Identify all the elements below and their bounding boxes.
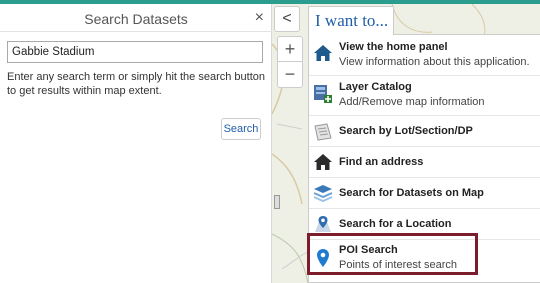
zoom-in-button[interactable]: + xyxy=(278,37,302,62)
panel-header: Search Datasets × xyxy=(0,4,272,32)
menu-item-title: Search for Datasets on Map xyxy=(339,187,484,199)
menu-item-title: Search for a Location xyxy=(339,218,452,230)
i-want-to-menu: View the home panel View information abo… xyxy=(308,34,540,283)
menu-divider xyxy=(309,208,540,209)
menu-divider xyxy=(309,115,540,116)
location-search-icon xyxy=(315,216,331,232)
menu-item-layer-catalog[interactable]: Layer Catalog Add/Remove map information xyxy=(309,77,540,113)
i-want-to-label: I want to... xyxy=(315,11,389,30)
menu-item-title: Search by Lot/Section/DP xyxy=(339,125,473,137)
search-button[interactable]: Search xyxy=(221,118,261,140)
menu-item-subtitle: View information about this application. xyxy=(339,56,530,68)
close-icon[interactable]: × xyxy=(255,8,264,28)
layers-icon xyxy=(313,185,333,203)
menu-item-title: POI Search xyxy=(339,244,398,256)
map-pin-icon xyxy=(317,249,329,267)
menu-item-home-panel[interactable]: View the home panel View information abo… xyxy=(309,37,540,73)
menu-divider xyxy=(309,146,540,147)
search-datasets-panel: Search Datasets × Enter any search term … xyxy=(0,4,272,283)
house-icon xyxy=(314,154,332,170)
zoom-out-button[interactable]: − xyxy=(278,62,302,87)
menu-divider xyxy=(309,75,540,76)
menu-item-title: View the home panel xyxy=(339,41,448,53)
search-help-text: Enter any search term or simply hit the … xyxy=(7,71,266,97)
menu-item-subtitle: Points of interest search xyxy=(339,259,458,271)
menu-item-subtitle: Add/Remove map information xyxy=(339,96,485,108)
collapse-panel-button[interactable]: < xyxy=(274,6,300,32)
menu-item-title: Layer Catalog xyxy=(339,81,412,93)
menu-item-datasets-search[interactable]: Search for Datasets on Map xyxy=(309,179,540,207)
home-icon xyxy=(314,45,332,61)
menu-divider xyxy=(309,177,540,178)
search-input[interactable] xyxy=(7,41,263,63)
menu-item-lot-search[interactable]: Search by Lot/Section/DP xyxy=(309,117,540,145)
menu-item-poi-search[interactable]: POI Search Points of interest search xyxy=(309,240,540,276)
panel-resize-handle[interactable] xyxy=(274,195,280,209)
menu-item-find-address[interactable]: Find an address xyxy=(309,148,540,176)
i-want-to-button[interactable]: I want to... xyxy=(308,6,394,35)
zoom-control: + − xyxy=(277,36,303,88)
menu-item-title: Find an address xyxy=(339,156,424,168)
panel-title: Search Datasets xyxy=(84,11,188,27)
parcel-search-icon xyxy=(314,123,332,141)
layer-catalog-icon xyxy=(314,85,332,103)
menu-item-location-search[interactable]: Search for a Location xyxy=(309,210,540,238)
